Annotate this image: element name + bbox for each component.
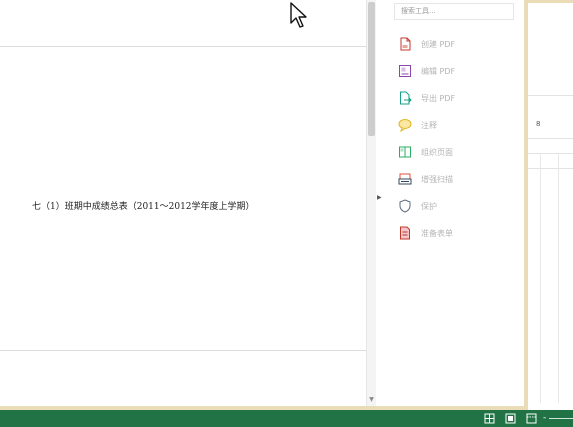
sheet-gridline <box>528 95 573 96</box>
tool-label: 编辑 PDF <box>421 66 456 76</box>
enhance-scan-icon <box>398 173 412 185</box>
tool-enhance-scan[interactable]: 增强扫描 <box>398 171 518 187</box>
tool-label: 增强扫描 <box>421 174 453 184</box>
app-window: 七（1）班期中成绩总表（2011～2012学年度上学期） ▼ ▶ 搜索工具...… <box>0 0 573 427</box>
tools-pane: 搜索工具... 创建 PDF 编辑 PDF 导出 PDF 注释 组织页面 增强扫… <box>386 0 524 408</box>
tool-edit-pdf[interactable]: 编辑 PDF <box>398 63 518 79</box>
tools-search-input[interactable]: 搜索工具... <box>394 3 514 20</box>
create-pdf-icon <box>400 37 411 51</box>
tool-label: 保护 <box>421 201 437 211</box>
page-layout-view-icon[interactable] <box>505 413 516 424</box>
tool-comment[interactable]: 注释 <box>398 117 518 133</box>
tool-label: 准备表单 <box>421 228 453 238</box>
normal-view-icon[interactable] <box>484 413 495 424</box>
document-scrollbar[interactable]: ▼ <box>366 0 376 410</box>
collapse-pane-arrow-icon[interactable]: ▶ <box>377 194 382 201</box>
sheet-gridline <box>528 168 573 169</box>
zoom-out-button[interactable]: - <box>543 412 546 424</box>
protect-shield-icon <box>399 199 411 213</box>
tool-create-pdf[interactable]: 创建 PDF <box>398 36 518 52</box>
sheet-column-line <box>540 153 541 403</box>
tool-label: 注释 <box>421 120 437 130</box>
page-divider-top <box>0 46 366 47</box>
sheet-cell-text: 8 <box>536 120 541 128</box>
scrollbar-thumb[interactable] <box>368 2 375 136</box>
sheet-column-line <box>558 153 559 403</box>
sheet-gridline <box>528 138 573 139</box>
document-page: 七（1）班期中成绩总表（2011～2012学年度上学期） <box>0 0 366 410</box>
scroll-down-arrow-icon[interactable]: ▼ <box>368 396 375 404</box>
tool-protect[interactable]: 保护 <box>398 198 518 214</box>
prepare-form-icon <box>400 226 410 240</box>
sheet-gridline <box>528 153 573 154</box>
tool-prepare-form[interactable]: 准备表单 <box>398 225 518 241</box>
page-divider-bottom <box>0 350 366 351</box>
tool-label: 组织页面 <box>421 147 453 157</box>
background-spreadsheet: 8 <box>528 3 573 410</box>
page-break-view-icon[interactable] <box>526 413 537 424</box>
export-pdf-icon <box>400 91 412 105</box>
tool-export-pdf[interactable]: 导出 PDF <box>398 90 518 106</box>
tool-organize-pages[interactable]: 组织页面 <box>398 144 518 160</box>
organize-pages-icon <box>399 146 411 158</box>
comment-icon <box>398 119 412 132</box>
edit-pdf-icon <box>399 65 411 77</box>
tool-label: 导出 PDF <box>421 93 456 103</box>
mouse-cursor-icon <box>290 2 307 28</box>
document-title: 七（1）班期中成绩总表（2011～2012学年度上学期） <box>32 202 255 212</box>
status-bar: - <box>0 410 573 427</box>
tool-label: 创建 PDF <box>421 39 456 49</box>
zoom-slider[interactable] <box>549 418 573 419</box>
